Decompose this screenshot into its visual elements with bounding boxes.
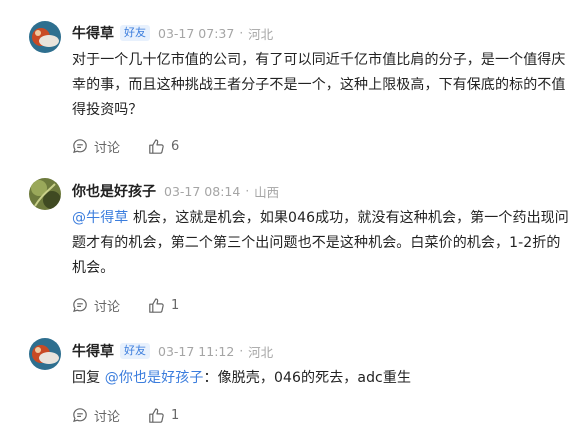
comment-actions: 讨论 1 [72, 295, 179, 315]
comment-text-content: ：像脱壳，046的死去，adc重生 [203, 370, 412, 386]
timestamp: 03-17 07:37 [158, 25, 235, 41]
location: 河北 [248, 26, 274, 42]
comment-bubble-icon [73, 298, 87, 313]
location: 河北 [248, 344, 274, 360]
location: 山西 [254, 184, 280, 200]
like-count: 1 [171, 297, 180, 313]
avatar[interactable] [29, 338, 61, 370]
username[interactable]: 牛得草 [72, 23, 114, 43]
comment-text: 回复 @你也是好孩子：像脱壳，046的死去，adc重生 [72, 366, 572, 391]
comment-header: 牛得草 好友 03-17 11:12 · 河北 [72, 341, 273, 361]
mention-link[interactable]: @牛得草 [72, 210, 128, 226]
comment-actions: 讨论 6 [72, 136, 179, 156]
avatar[interactable] [29, 21, 61, 53]
timestamp: 03-17 11:12 [158, 343, 235, 359]
comment-text: @牛得草 机会，这就是机会，如果046成功，就没有这种机会，第一个药出现问题才有… [72, 206, 572, 281]
discuss-button[interactable]: 讨论 [72, 406, 120, 425]
friend-badge: 好友 [120, 25, 150, 41]
like-button[interactable]: 1 [148, 407, 179, 424]
discuss-button[interactable]: 讨论 [72, 137, 120, 156]
comment-actions: 讨论 1 [72, 405, 179, 425]
reply-prefix: 回复 [72, 370, 105, 386]
comment-text: 对于一个几十亿市值的公司，有了可以同近千亿市值比肩的分子，是一个值得庆幸的事，而… [72, 48, 572, 123]
discuss-button[interactable]: 讨论 [72, 296, 120, 315]
like-button[interactable]: 1 [148, 297, 179, 314]
thumbs-up-icon [149, 138, 164, 154]
discuss-label: 讨论 [94, 409, 121, 425]
comment-bubble-icon [73, 139, 87, 154]
separator-dot: · [239, 344, 244, 358]
discuss-label: 讨论 [94, 140, 121, 156]
comment-header: 牛得草 好友 03-17 07:37 · 河北 [72, 23, 273, 43]
thumbs-up-icon [149, 407, 164, 423]
like-count: 6 [171, 138, 180, 154]
separator-dot: · [245, 184, 250, 198]
friend-badge: 好友 [120, 343, 150, 359]
timestamp: 03-17 08:14 [164, 183, 241, 199]
comment-text-content: 机会，这就是机会，如果046成功，就没有这种机会，第一个药出现问题才有的机会，第… [72, 210, 569, 276]
like-count: 1 [171, 407, 180, 423]
like-button[interactable]: 6 [148, 138, 179, 155]
comment-header: 你也是好孩子 03-17 08:14 · 山西 [72, 181, 279, 201]
comment-bubble-icon [73, 408, 87, 423]
discuss-label: 讨论 [94, 299, 121, 315]
comment-text-content: 对于一个几十亿市值的公司，有了可以同近千亿市值比肩的分子，是一个值得庆幸的事，而… [72, 52, 566, 118]
mention-link[interactable]: @你也是好孩子 [105, 370, 204, 386]
avatar[interactable] [29, 178, 61, 210]
thumbs-up-icon [149, 297, 164, 313]
username[interactable]: 牛得草 [72, 341, 114, 361]
separator-dot: · [239, 26, 244, 40]
username[interactable]: 你也是好孩子 [72, 181, 156, 201]
